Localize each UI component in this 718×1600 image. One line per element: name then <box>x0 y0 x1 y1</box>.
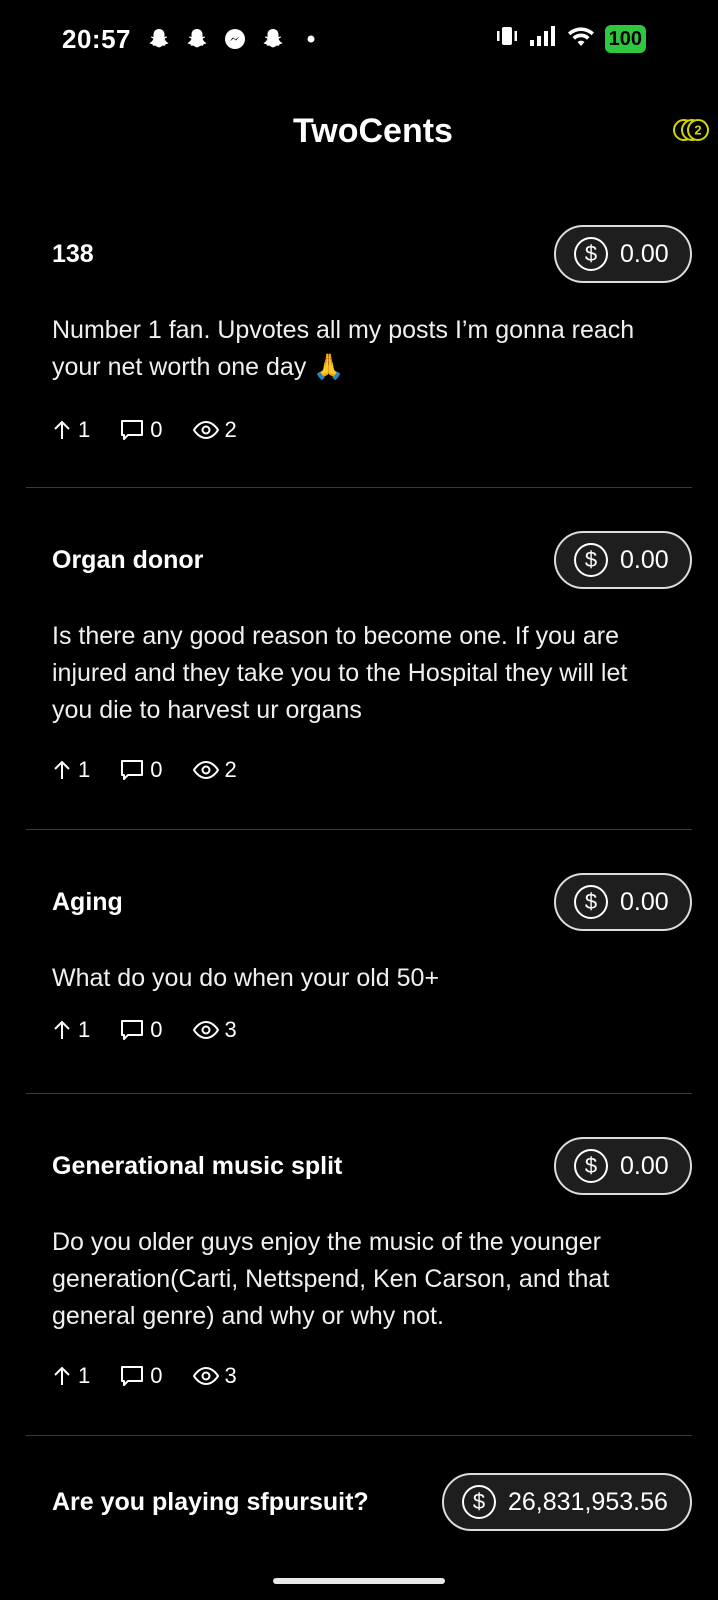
upvote-stat[interactable]: 1 <box>52 1363 90 1389</box>
post-title: 138 <box>52 239 94 268</box>
arrow-up-icon <box>54 1020 70 1039</box>
comment-count: 0 <box>150 1363 163 1388</box>
comment-stat[interactable]: 0 <box>120 757 163 783</box>
eye-icon <box>192 1020 219 1040</box>
post-stats: 1 0 2 <box>26 410 692 450</box>
eye-icon <box>192 760 219 780</box>
coins-icon[interactable]: 2 <box>672 118 710 147</box>
post-title: Organ donor <box>52 545 204 574</box>
post-body: What do you do when your old 50+ <box>52 964 440 992</box>
dollar-icon: $ <box>574 237 608 271</box>
post-body: Number 1 fan. Upvotes all my posts I’m g… <box>52 316 635 381</box>
comment-icon <box>121 1366 144 1386</box>
tip-amount: 0.00 <box>620 887 669 916</box>
tip-amount: 26,831,953.56 <box>508 1487 668 1516</box>
view-stat: 2 <box>192 417 237 443</box>
post-stats: 1 0 2 <box>26 750 692 790</box>
tip-amount: 0.00 <box>620 545 669 574</box>
view-stat: 3 <box>192 1363 237 1389</box>
status-bar: 20:57 100 <box>0 0 718 84</box>
post-body: Do you older guys enjoy the music of the… <box>52 1228 610 1330</box>
dollar-icon: $ <box>574 1149 608 1183</box>
post-title: Aging <box>52 887 123 916</box>
upvote-stat[interactable]: 1 <box>52 757 90 783</box>
comment-stat[interactable]: 0 <box>120 417 163 443</box>
snapchat-icon <box>146 26 172 52</box>
tip-amount: 0.00 <box>620 1151 669 1180</box>
snapchat-icon <box>260 26 286 52</box>
eye-icon <box>192 1366 219 1386</box>
view-count: 3 <box>224 1363 237 1388</box>
tip-amount-button[interactable]: $ 0.00 <box>554 873 692 931</box>
view-count: 2 <box>224 417 237 442</box>
post-card[interactable]: Organ donor $ 0.00 Is there any good rea… <box>26 488 692 830</box>
post-card[interactable]: Generational music split $ 0.00 Do you o… <box>26 1094 692 1436</box>
battery-indicator: 100 <box>604 24 646 53</box>
signal-icon <box>529 25 557 52</box>
arrow-up-icon <box>54 1366 70 1385</box>
comment-count: 0 <box>150 417 163 442</box>
comment-stat[interactable]: 0 <box>120 1017 163 1043</box>
upvote-count: 1 <box>78 1017 91 1042</box>
tip-amount-button[interactable]: $ 0.00 <box>554 531 692 589</box>
vibrate-icon <box>495 24 519 53</box>
tip-amount-button[interactable]: $ 0.00 <box>554 225 692 283</box>
view-stat: 3 <box>192 1017 237 1043</box>
dot-icon <box>298 26 324 52</box>
upvote-count: 1 <box>78 417 91 442</box>
notification-icons <box>146 26 324 52</box>
post-card[interactable]: Aging $ 0.00 What do you do when your ol… <box>26 830 692 1094</box>
wifi-icon <box>567 25 595 52</box>
comment-stat[interactable]: 0 <box>120 1363 163 1389</box>
comment-icon <box>121 420 144 440</box>
status-time: 20:57 <box>62 24 131 54</box>
comment-icon <box>121 760 144 780</box>
status-right: 100 <box>495 24 646 53</box>
post-title: Generational music split <box>52 1151 343 1180</box>
post-stats: 1 0 3 <box>26 1356 692 1396</box>
upvote-stat[interactable]: 1 <box>52 1017 90 1043</box>
view-count: 2 <box>224 757 237 782</box>
view-count: 3 <box>224 1017 237 1042</box>
dollar-icon: $ <box>462 1485 496 1519</box>
home-indicator[interactable] <box>273 1578 445 1584</box>
comment-count: 0 <box>150 757 163 782</box>
page-title: TwoCents <box>293 112 453 150</box>
tip-amount-button[interactable]: $ 0.00 <box>554 1137 692 1195</box>
tip-amount-button[interactable]: $ 26,831,953.56 <box>442 1473 692 1531</box>
arrow-up-icon <box>54 420 70 439</box>
post-stats: 1 0 3 <box>26 1010 692 1050</box>
post-card[interactable]: Are you playing sfpursuit? $ 26,831,953.… <box>26 1436 692 1534</box>
tip-amount: 0.00 <box>620 239 669 268</box>
arrow-up-icon <box>54 760 70 779</box>
post-title: Are you playing sfpursuit? <box>52 1487 369 1516</box>
dollar-icon: $ <box>574 543 608 577</box>
eye-icon <box>192 420 219 440</box>
snapchat-icon <box>184 26 210 52</box>
messenger-icon <box>222 26 248 52</box>
coin-badge-text: 2 <box>694 123 701 138</box>
comment-count: 0 <box>150 1017 163 1042</box>
post-body: Is there any good reason to become one. … <box>52 622 628 724</box>
upvote-count: 1 <box>78 1363 91 1388</box>
view-stat: 2 <box>192 757 237 783</box>
upvote-count: 1 <box>78 757 91 782</box>
post-card[interactable]: 138 $ 0.00 Number 1 fan. Upvotes all my … <box>26 200 692 488</box>
comment-icon <box>121 1020 144 1040</box>
upvote-stat[interactable]: 1 <box>52 417 90 443</box>
post-feed: 138 $ 0.00 Number 1 fan. Upvotes all my … <box>0 200 718 1534</box>
app-header: TwoCents 2 <box>0 100 718 170</box>
dollar-icon: $ <box>574 885 608 919</box>
